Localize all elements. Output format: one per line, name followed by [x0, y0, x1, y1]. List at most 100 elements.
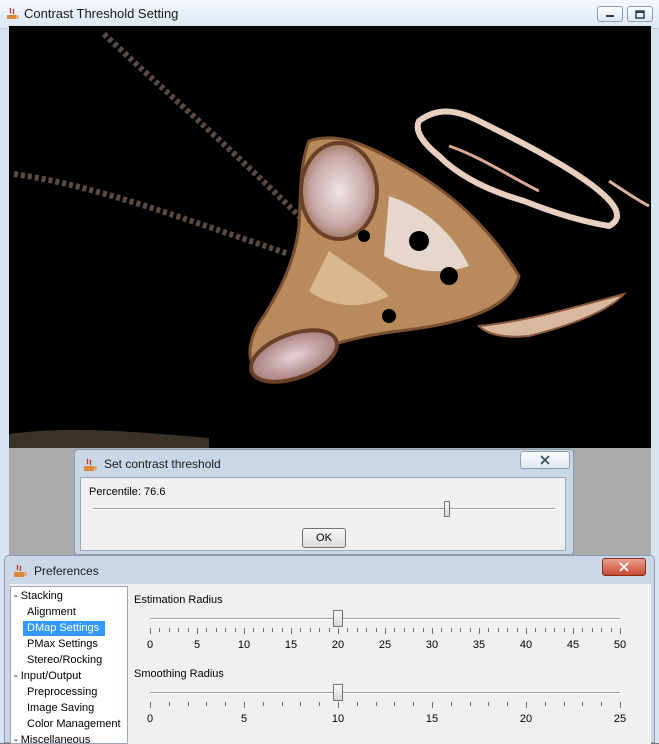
scale-tick: [441, 628, 443, 632]
scale-tick: [178, 628, 180, 632]
settings-tree[interactable]: - Stacking Alignment DMap Settings PMax Set…: [10, 586, 128, 744]
scale-tick-label: 10: [237, 639, 251, 651]
scale-tick: [309, 628, 311, 632]
scale-tick: [281, 702, 283, 706]
estimation-radius-thumb[interactable]: [333, 610, 343, 627]
scale-tick: [516, 628, 518, 632]
scale-tick: [206, 702, 208, 706]
scale-tick: [460, 628, 462, 632]
scale-tick: [488, 702, 490, 706]
minimize-icon: [606, 15, 614, 17]
scale-tick: [244, 628, 245, 634]
scale-tick: [206, 628, 208, 632]
main-title-bar[interactable]: Contrast Threshold Setting: [0, 0, 659, 29]
scale-tick-label: 40: [519, 639, 533, 651]
scale-tick: [620, 628, 621, 634]
scale-tick: [601, 628, 603, 632]
scale-tick: [187, 702, 189, 706]
tree-item[interactable]: Color Management: [23, 717, 127, 732]
scale-tick: [168, 702, 170, 706]
scale-tick: [300, 628, 302, 632]
scale-tick: [450, 628, 452, 632]
scale-tick: [582, 628, 584, 632]
scale-tick: [469, 628, 471, 632]
scale-tick-label: 25: [378, 639, 392, 651]
ok-button[interactable]: OK: [302, 528, 346, 548]
scale-tick: [225, 628, 227, 632]
scale-tick: [582, 702, 584, 706]
scale-tick-label: 5: [193, 639, 201, 651]
scale-tick-label: 5: [240, 713, 248, 725]
smoothing-radius-track[interactable]: [150, 692, 620, 694]
tree-item[interactable]: DMap Settings: [23, 621, 106, 636]
percentile-label: Percentile: 76.6: [89, 486, 166, 498]
tree-item[interactable]: Image Saving: [23, 701, 100, 716]
scale-tick: [413, 702, 415, 706]
scale-tick: [366, 628, 368, 632]
contrast-dialog-title: Set contrast threshold: [104, 457, 221, 471]
preferences-app-icon: [14, 564, 27, 577]
scale-tick: [488, 628, 490, 632]
scale-tick: [262, 628, 264, 632]
scale-tick-label: 10: [331, 713, 345, 725]
scale-tick: [338, 628, 339, 634]
preferences-title: Preferences: [34, 564, 99, 578]
smoothing-radius-label: Smoothing Radius: [134, 668, 224, 680]
minimize-button[interactable]: [597, 6, 623, 22]
contrast-dialog-content: Percentile: 76.6 OK: [80, 477, 566, 551]
scale-tick-label: 50: [613, 639, 627, 651]
scale-tick: [544, 702, 546, 706]
scale-tick: [215, 628, 217, 632]
scale-tick: [253, 628, 255, 632]
scale-tick: [150, 702, 151, 708]
estimation-radius-track[interactable]: [150, 618, 620, 620]
scale-tick: [197, 628, 198, 634]
scale-tick: [601, 702, 603, 706]
smoothing-radius-thumb[interactable]: [333, 684, 343, 701]
scale-tick: [300, 702, 302, 706]
scale-tick-label: 15: [425, 713, 439, 725]
scale-tick: [394, 628, 396, 632]
scale-tick: [403, 628, 405, 632]
scale-tick: [573, 628, 574, 634]
scale-tick-label: 15: [284, 639, 298, 651]
tree-item[interactable]: Alignment: [23, 605, 82, 620]
scale-tick-label: 30: [425, 639, 439, 651]
tree-item[interactable]: - Stacking: [14, 589, 63, 604]
scale-tick: [328, 628, 330, 632]
percentile-slider-thumb[interactable]: [443, 501, 450, 517]
scale-tick-label: 45: [566, 639, 580, 651]
tree-item[interactable]: Preprocessing: [23, 685, 103, 700]
java-app-icon: [7, 7, 19, 19]
tree-item[interactable]: - Miscellaneous: [14, 733, 90, 743]
scale-tick: [479, 628, 480, 634]
dmap-settings-panel: Estimation Radius 0 5 10 15 20 25 30 35 40 45 50 S…: [130, 586, 651, 744]
scale-tick: [375, 702, 377, 706]
preferences-window: Preferences - Stacking Alignment DMap Sett…: [4, 555, 655, 744]
main-window-title: Contrast Threshold Setting: [24, 6, 179, 21]
tree-item[interactable]: Stereo/Rocking: [23, 653, 108, 668]
scale-tick: [422, 628, 424, 632]
contrast-dialog-close-button[interactable]: [520, 451, 570, 469]
scale-tick: [432, 702, 433, 708]
maximize-icon: [635, 9, 645, 19]
percentile-slider-track[interactable]: [93, 508, 555, 510]
scale-tick-label: 0: [146, 713, 154, 725]
preferences-close-button[interactable]: [602, 558, 646, 576]
scale-tick-label: 20: [519, 713, 533, 725]
scale-tick: [507, 702, 509, 706]
smoothing-radius-scale: 0 5 10 15 20 25: [130, 700, 651, 730]
scale-tick: [591, 628, 593, 632]
image-preview[interactable]: [9, 26, 651, 448]
tree-item[interactable]: PMax Settings: [23, 637, 104, 652]
scale-tick: [244, 702, 245, 708]
maximize-button[interactable]: [627, 6, 653, 22]
scale-tick: [620, 702, 621, 708]
dialog-app-icon: [84, 458, 97, 471]
scale-tick: [319, 628, 321, 632]
tree-item[interactable]: - Input/Output: [14, 669, 81, 684]
scale-tick: [563, 702, 565, 706]
scale-tick: [291, 628, 292, 634]
scale-tick: [563, 628, 565, 632]
close-icon: [619, 562, 629, 572]
